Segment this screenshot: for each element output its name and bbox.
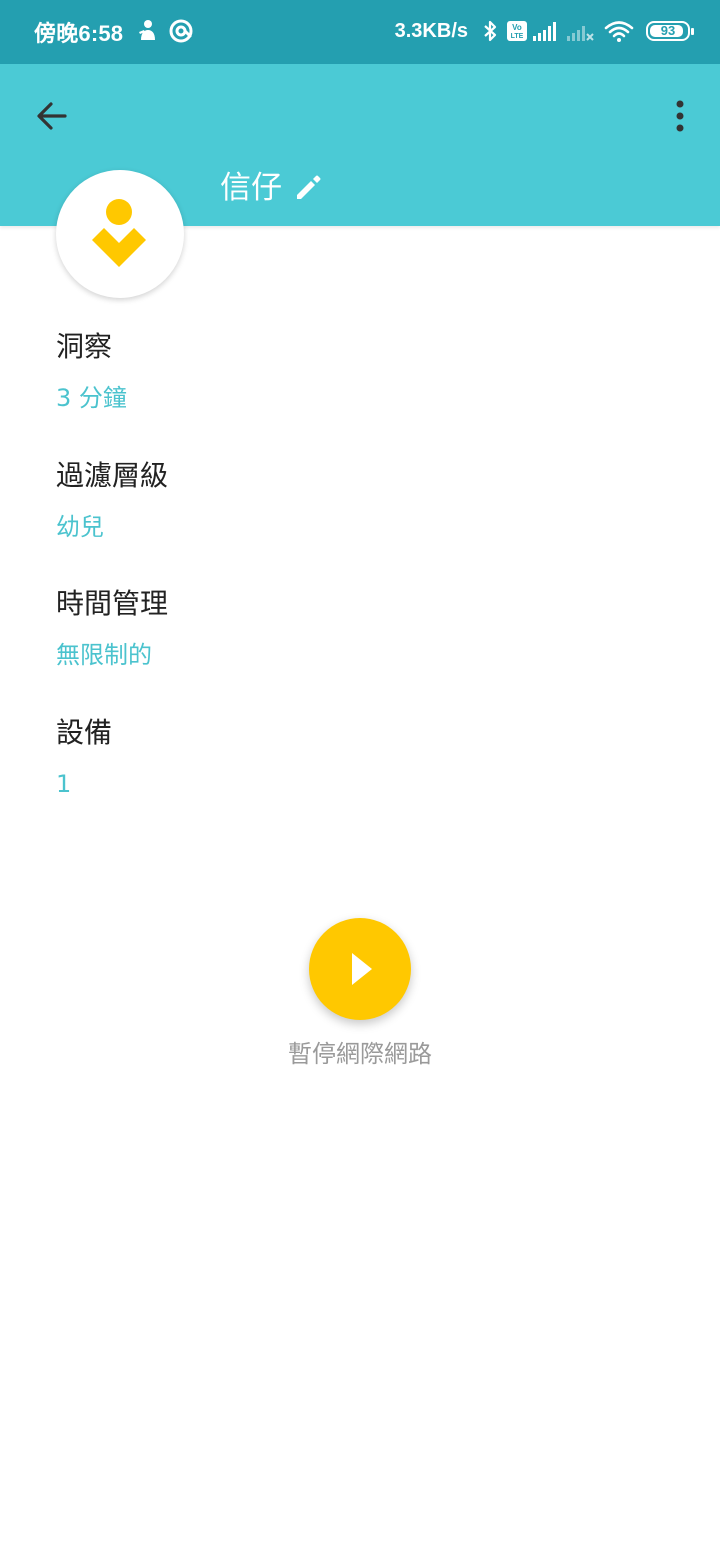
volte-icon: Vo LTE bbox=[507, 21, 527, 41]
status-right-group: 3.3KB/s Vo LTE 93 bbox=[394, 18, 694, 44]
more-options-button[interactable] bbox=[660, 92, 700, 140]
info-label: 過濾層級 bbox=[56, 458, 169, 492]
pencil-icon bbox=[297, 175, 321, 199]
network-speed: 3.3KB/s bbox=[394, 19, 468, 42]
battery-percent: 93 bbox=[660, 23, 676, 38]
edit-name-button[interactable] bbox=[292, 172, 324, 204]
info-value: 1 bbox=[56, 769, 72, 798]
battery-icon: 93 bbox=[646, 21, 694, 41]
child-avatar-icon bbox=[92, 199, 146, 267]
avatar[interactable] bbox=[56, 170, 184, 298]
info-item-devices[interactable]: 設備 1 bbox=[56, 710, 656, 839]
notification-at-icon bbox=[169, 19, 193, 43]
signal-none-icon bbox=[567, 26, 594, 41]
info-value: 3 分鐘 bbox=[56, 384, 127, 412]
svg-text:Vo: Vo bbox=[512, 23, 522, 32]
svg-text:LTE: LTE bbox=[511, 33, 524, 40]
arrow-back-icon bbox=[37, 102, 67, 130]
status-time: 傍晚6:58 bbox=[34, 21, 124, 46]
profile-name-row: 信仔 bbox=[220, 166, 324, 210]
info-item-insights[interactable]: 洞察 3 分鐘 bbox=[56, 324, 656, 453]
bluetooth-icon bbox=[484, 20, 497, 42]
play-icon bbox=[352, 953, 372, 985]
info-label: 時間管理 bbox=[56, 587, 169, 620]
back-button[interactable] bbox=[26, 92, 78, 140]
status-bar: 傍晚6:58 3.3KB/s Vo LTE 93 bbox=[0, 0, 720, 64]
info-value: 無限制的 bbox=[56, 641, 152, 669]
battery-tip bbox=[691, 28, 694, 35]
wifi-icon bbox=[604, 21, 634, 42]
info-label: 設備 bbox=[56, 715, 113, 749]
info-item-filter-level[interactable]: 過濾層級 幼兒 bbox=[56, 453, 656, 582]
info-value: 幼兒 bbox=[56, 512, 104, 541]
notification-person-icon bbox=[139, 20, 155, 40]
pause-internet-button[interactable] bbox=[309, 918, 411, 1020]
pause-internet-label: 暫停網際網路 bbox=[288, 1040, 432, 1068]
info-item-time-management[interactable]: 時間管理 無限制的 bbox=[56, 581, 656, 710]
profile-info-list: 洞察 3 分鐘 過濾層級 幼兒 時間管理 無限制的 設備 1 bbox=[56, 324, 656, 838]
signal-full-icon bbox=[533, 22, 556, 41]
more-vert-icon bbox=[676, 100, 684, 132]
profile-name: 信仔 bbox=[220, 170, 282, 206]
info-label: 洞察 bbox=[56, 330, 113, 363]
